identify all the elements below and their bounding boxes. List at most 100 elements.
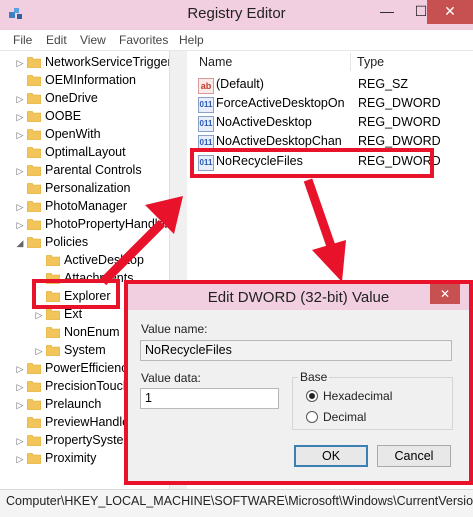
value-type: REG_DWORD	[358, 134, 441, 148]
expand-arrow-icon[interactable]: ▷	[15, 453, 25, 465]
highlight-key-box	[32, 279, 120, 309]
tree-item-label[interactable]: Proximity	[45, 451, 96, 465]
tree-item-label[interactable]: Ext	[64, 307, 82, 321]
folder-icon	[26, 380, 42, 393]
tree-item-label[interactable]: OptimalLayout	[45, 145, 126, 159]
decimal-radio[interactable]	[306, 411, 318, 423]
expand-arrow-icon[interactable]: ◢	[15, 237, 25, 249]
menu-view[interactable]: View	[80, 33, 106, 47]
tree-item-label[interactable]: System	[64, 343, 106, 357]
expand-arrow-icon[interactable]: ▷	[15, 381, 25, 393]
folder-icon	[26, 218, 42, 231]
folder-icon	[26, 92, 42, 105]
tree-item[interactable]: ◢ Policies	[0, 234, 186, 252]
tree-item[interactable]: ▷ Parental Controls	[0, 162, 186, 180]
dialog-title: Edit DWORD (32-bit) Value	[207, 289, 390, 306]
dialog-close-button[interactable]: ✕	[430, 284, 460, 304]
ok-button[interactable]: OK	[294, 445, 368, 467]
tree-item-label[interactable]: OEMInformation	[45, 73, 136, 87]
decimal-label[interactable]: Decimal	[323, 410, 366, 424]
binary-value-icon: 011	[198, 97, 214, 113]
expand-arrow-icon[interactable]: ▷	[34, 309, 44, 321]
expand-arrow-icon[interactable]: ▷	[15, 93, 25, 105]
tree-item-label[interactable]: NetworkServiceTrigger	[45, 55, 172, 69]
close-window-button[interactable]: ✕	[427, 0, 473, 24]
folder-icon	[26, 398, 42, 411]
hexadecimal-label[interactable]: Hexadecimal	[323, 389, 392, 403]
tree-item[interactable]: ▷ OpenWith	[0, 126, 186, 144]
tree-item[interactable]: ▷ OneDrive	[0, 90, 186, 108]
folder-icon	[45, 308, 61, 321]
folder-icon	[26, 146, 42, 159]
tree-item-label[interactable]: PhotoPropertyHandler	[45, 217, 169, 231]
folder-icon	[45, 254, 61, 267]
tree-item-label[interactable]: Policies	[45, 235, 88, 249]
tree-item-label[interactable]: OOBE	[45, 109, 81, 123]
tree-item-label[interactable]: PhotoManager	[45, 199, 127, 213]
menu-favorites[interactable]: Favorites	[119, 33, 168, 47]
hexadecimal-radio[interactable]	[306, 390, 318, 402]
tree-item-label[interactable]: PropertySystem	[45, 433, 134, 447]
column-header-type[interactable]: Type	[357, 55, 384, 69]
menu-file[interactable]: File	[13, 33, 32, 47]
tree-item[interactable]: ▷ PhotoPropertyHandler	[0, 216, 186, 234]
folder-icon	[26, 434, 42, 447]
tree-item[interactable]: ▷ NetworkServiceTrigger	[0, 54, 186, 72]
tree-item-label[interactable]: OpenWith	[45, 127, 101, 141]
tree-item[interactable]: OptimalLayout	[0, 144, 186, 162]
column-divider[interactable]	[350, 53, 351, 71]
value-name: NoActiveDesktopChan	[216, 134, 342, 148]
base-group-label: Base	[298, 370, 330, 384]
tree-item-label[interactable]: Prelaunch	[45, 397, 101, 411]
expand-arrow-icon[interactable]: ▷	[15, 435, 25, 447]
value-type: REG_SZ	[358, 77, 409, 91]
value-name: ForceActiveDesktopOn	[216, 96, 345, 110]
folder-icon	[45, 344, 61, 357]
tree-item[interactable]: Personalization	[0, 180, 186, 198]
tree-item[interactable]: ActiveDesktop	[0, 252, 186, 270]
menu-edit[interactable]: Edit	[46, 33, 67, 47]
folder-icon	[26, 200, 42, 213]
expand-arrow-icon[interactable]: ▷	[15, 129, 25, 141]
expand-arrow-icon[interactable]: ▷	[15, 399, 25, 411]
folder-icon	[26, 128, 42, 141]
cancel-button[interactable]: Cancel	[377, 445, 451, 467]
value-row[interactable]: 011 ForceActiveDesktopOn REG_DWORD	[198, 95, 468, 114]
expand-arrow-icon[interactable]: ▷	[15, 363, 25, 375]
tree-item-label[interactable]: OneDrive	[45, 91, 98, 105]
minimize-button[interactable]: —	[370, 0, 404, 24]
tree-item[interactable]: ▷ PhotoManager	[0, 198, 186, 216]
tree-item-label[interactable]: PrecisionTouch	[45, 379, 130, 393]
tree-item-label[interactable]: NonEnum	[64, 325, 120, 339]
value-data-input[interactable]: 1	[140, 388, 279, 409]
column-header-name[interactable]: Name	[199, 55, 232, 69]
folder-icon	[26, 110, 42, 123]
folder-icon	[26, 182, 42, 195]
tree-item-label[interactable]: ActiveDesktop	[64, 253, 144, 267]
status-path: Computer\HKEY_LOCAL_MACHINE\SOFTWARE\Mic…	[6, 494, 473, 508]
binary-value-icon: 011	[198, 116, 214, 132]
expand-arrow-icon[interactable]: ▷	[15, 165, 25, 177]
expand-arrow-icon[interactable]: ▷	[15, 201, 25, 213]
value-type: REG_DWORD	[358, 96, 441, 110]
expand-arrow-icon[interactable]: ▷	[34, 345, 44, 357]
folder-icon	[26, 236, 42, 249]
value-name-field[interactable]: NoRecycleFiles	[140, 340, 452, 361]
tree-item-label[interactable]: PowerEfficiency	[45, 361, 134, 375]
value-type: REG_DWORD	[358, 115, 441, 129]
folder-icon	[26, 164, 42, 177]
tree-item[interactable]: OEMInformation	[0, 72, 186, 90]
expand-arrow-icon[interactable]: ▷	[15, 111, 25, 123]
expand-arrow-icon[interactable]: ▷	[15, 57, 25, 69]
tree-item-label[interactable]: Personalization	[45, 181, 130, 195]
menu-bar	[0, 30, 473, 51]
value-row[interactable]: 011 NoActiveDesktop REG_DWORD	[198, 114, 468, 133]
tree-item[interactable]: ▷ OOBE	[0, 108, 186, 126]
expand-arrow-icon[interactable]: ▷	[15, 219, 25, 231]
highlight-value-box	[190, 148, 434, 178]
menu-help[interactable]: Help	[179, 33, 204, 47]
value-row[interactable]: ab (Default) REG_SZ	[198, 76, 468, 95]
tree-item-label[interactable]: Parental Controls	[45, 163, 142, 177]
